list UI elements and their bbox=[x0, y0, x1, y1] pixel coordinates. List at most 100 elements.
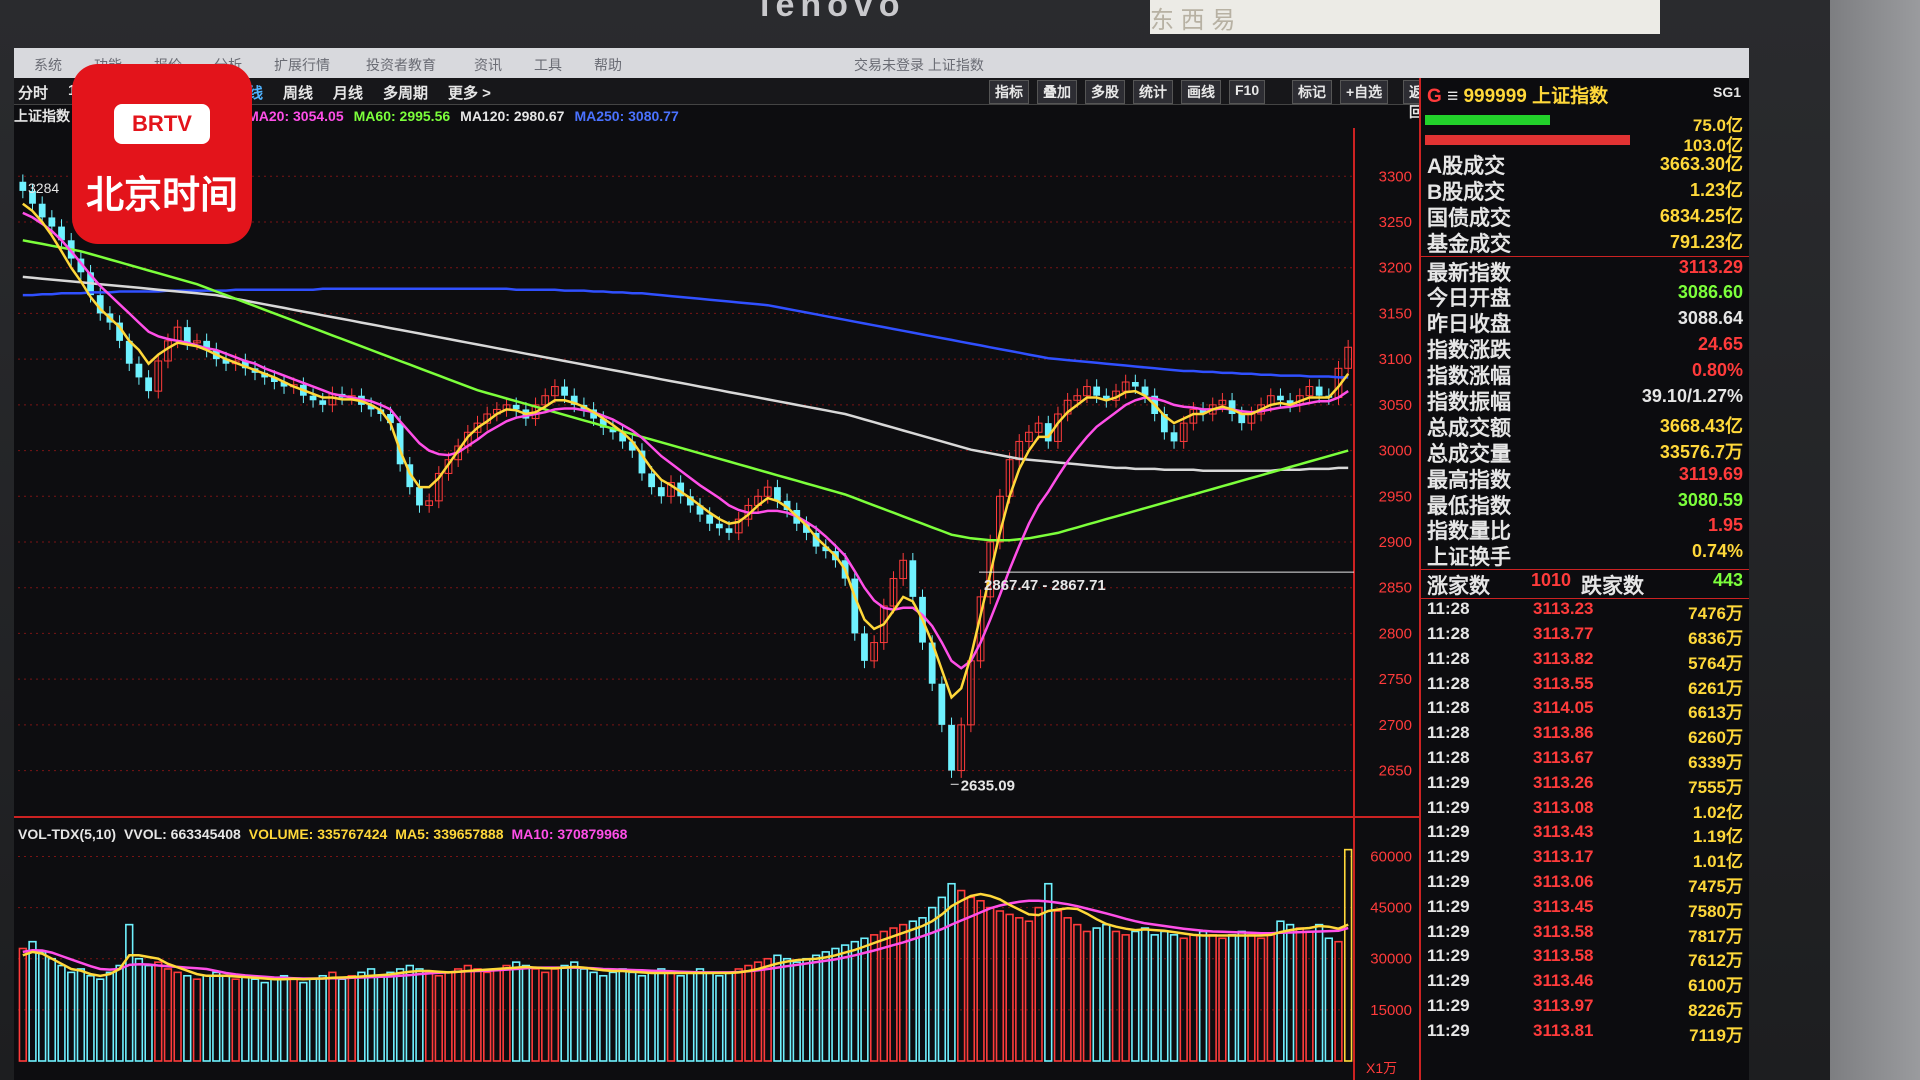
volume-row: 基金成交 791.23亿 bbox=[1421, 228, 1749, 256]
menu-icon[interactable]: ≡ bbox=[1447, 86, 1458, 107]
volume-bar bbox=[908, 920, 918, 1062]
volume-bar bbox=[705, 971, 714, 1062]
volume-bar bbox=[1295, 927, 1304, 1062]
vol_ma10-line bbox=[22, 899, 1349, 980]
period-tab-7[interactable]: 多周期 bbox=[383, 82, 428, 103]
candle bbox=[561, 386, 568, 396]
period-tab-5[interactable]: 周线 bbox=[283, 82, 313, 103]
period-tab-0[interactable]: 分时 bbox=[18, 82, 48, 103]
tick-row: 11:29 3113.26 7555万 bbox=[1421, 773, 1749, 798]
stat-value: 39.10/1.27% bbox=[1641, 386, 1743, 407]
panel-suffix: SG1 bbox=[1712, 84, 1741, 100]
volume-bar bbox=[144, 964, 153, 1062]
menu-item-0[interactable]: 系统 bbox=[34, 55, 62, 75]
volume-value: 6834.25亿 bbox=[1659, 205, 1743, 226]
volume-bar bbox=[318, 974, 327, 1062]
toolbar-button-4[interactable]: 画线 bbox=[1181, 80, 1221, 104]
menu-item-6[interactable]: 资讯 bbox=[474, 55, 502, 75]
toolbar-button-0[interactable]: 指标 bbox=[989, 80, 1029, 104]
y-tick-label: 2900 bbox=[1379, 534, 1412, 551]
volume-bar bbox=[424, 971, 434, 1062]
volume-bar bbox=[279, 974, 289, 1062]
vol-tick-label: 30000 bbox=[1370, 951, 1412, 968]
period-tab-6[interactable]: 月线 bbox=[333, 82, 363, 103]
tick-volume: 6613万 bbox=[1688, 703, 1743, 723]
tick-row: 11:29 3113.17 1.01亿 bbox=[1421, 847, 1749, 872]
volume-bar bbox=[492, 968, 502, 1062]
volume-bar bbox=[1305, 930, 1314, 1062]
menu-item-4[interactable]: 扩展行情 bbox=[274, 55, 330, 75]
tick-row: 11:29 3113.58 7612万 bbox=[1421, 946, 1749, 971]
period-tab-8[interactable]: 更多 > bbox=[448, 82, 491, 103]
volume-bar bbox=[1053, 910, 1063, 1062]
volume-bar bbox=[570, 961, 579, 1062]
candle bbox=[135, 363, 143, 378]
stat-value: 0.80% bbox=[1691, 360, 1743, 381]
volume-bar bbox=[386, 971, 395, 1062]
y-tick-label: 3000 bbox=[1379, 443, 1412, 460]
candle bbox=[309, 395, 317, 401]
candle bbox=[48, 217, 56, 227]
volume-bar bbox=[647, 971, 656, 1062]
toolbar-button-5[interactable]: F10 bbox=[1229, 80, 1266, 104]
tick-price: 3113.58 bbox=[1533, 921, 1594, 941]
tick-price: 3113.08 bbox=[1533, 797, 1594, 817]
volume-bar bbox=[599, 974, 608, 1062]
tick-volume: 6260万 bbox=[1688, 728, 1743, 748]
tick-price: 3113.46 bbox=[1533, 971, 1594, 991]
stat-row: 上证换手 0.74% bbox=[1421, 541, 1749, 569]
vol-unit-label: X1万 bbox=[1366, 1060, 1397, 1076]
tick-row: 11:28 3114.05 6613万 bbox=[1421, 698, 1749, 723]
volume-bar bbox=[1024, 920, 1034, 1062]
toolbar-button-3[interactable]: 统计 bbox=[1133, 80, 1173, 104]
candle bbox=[715, 523, 723, 529]
tick-time: 11:29 bbox=[1427, 946, 1470, 966]
toolbar-button-6[interactable]: 标记 bbox=[1292, 80, 1332, 104]
trading-screen: 系统功能报价分析扩展行情投资者教育资讯工具帮助交易未登录 上证指数 分时1分钟6… bbox=[14, 48, 1749, 1080]
tick-volume: 7580万 bbox=[1688, 901, 1743, 921]
menu-item-5[interactable]: 投资者教育 bbox=[366, 55, 436, 75]
volume-bar bbox=[1237, 930, 1246, 1062]
tick-time: 11:29 bbox=[1427, 822, 1470, 842]
tick-row: 11:29 3113.97 8226万 bbox=[1421, 996, 1749, 1021]
panel-header[interactable]: G ≡ 999999 上证指数 SG1 bbox=[1421, 78, 1749, 110]
volume-bar bbox=[395, 968, 405, 1062]
ma-label-0: 上证指数 bbox=[14, 108, 70, 124]
market-volumes: A股成交 3663.30亿 B股成交 1.23亿 国债成交 6834.25亿 基金成交 791… bbox=[1421, 150, 1749, 256]
tick-volume: 7476万 bbox=[1688, 604, 1743, 624]
volume-bar bbox=[347, 974, 356, 1062]
volume-bar bbox=[1015, 917, 1024, 1062]
volume-bar bbox=[773, 954, 782, 1062]
toolbar-button-1[interactable]: 叠加 bbox=[1037, 80, 1077, 104]
volume-bar bbox=[792, 961, 801, 1062]
volume-bar bbox=[1334, 940, 1343, 1062]
stat-row: 总成交量 33576.7万 bbox=[1421, 438, 1749, 466]
volume-bar bbox=[840, 944, 850, 1062]
toolbar-button-7[interactable]: +自选 bbox=[1340, 80, 1389, 104]
quote-panel: G ≡ 999999 上证指数 SG1 75.0亿 103.0亿 A股成交 3663… bbox=[1419, 78, 1749, 1080]
menu-item-8[interactable]: 帮助 bbox=[594, 55, 622, 75]
tick-volume: 8226万 bbox=[1688, 1000, 1743, 1020]
tick-price: 3113.06 bbox=[1533, 871, 1594, 891]
menu-item-9[interactable]: 交易未登录 上证指数 bbox=[854, 55, 984, 75]
tick-row: 11:29 3113.06 7475万 bbox=[1421, 872, 1749, 897]
stat-row: 指数涨跌 24.65 bbox=[1421, 334, 1749, 362]
volume-bar bbox=[202, 974, 211, 1062]
tick-time: 11:29 bbox=[1427, 847, 1470, 867]
volume-chart: 60000 45000 30000 15000 X1万 bbox=[14, 816, 1419, 1080]
stat-value: 3088.64 bbox=[1677, 308, 1743, 329]
tick-price: 3113.43 bbox=[1533, 822, 1594, 842]
ma120-line bbox=[22, 275, 1349, 472]
toolbar-button-2[interactable]: 多股 bbox=[1085, 80, 1125, 104]
volume-bar bbox=[1314, 923, 1324, 1062]
volume-bar bbox=[657, 968, 666, 1062]
volume-bar bbox=[415, 968, 424, 1062]
candle bbox=[1238, 414, 1246, 424]
ma-label-6: MA250: 3080.77 bbox=[574, 108, 679, 124]
tick-time: 11:29 bbox=[1427, 995, 1470, 1015]
menu-item-7[interactable]: 工具 bbox=[534, 55, 562, 75]
volume-bar bbox=[860, 937, 869, 1062]
breadth-green-bar bbox=[1425, 115, 1550, 125]
stat-label: 上证换手 bbox=[1427, 546, 1511, 570]
tick-price: 3113.81 bbox=[1533, 1020, 1594, 1040]
